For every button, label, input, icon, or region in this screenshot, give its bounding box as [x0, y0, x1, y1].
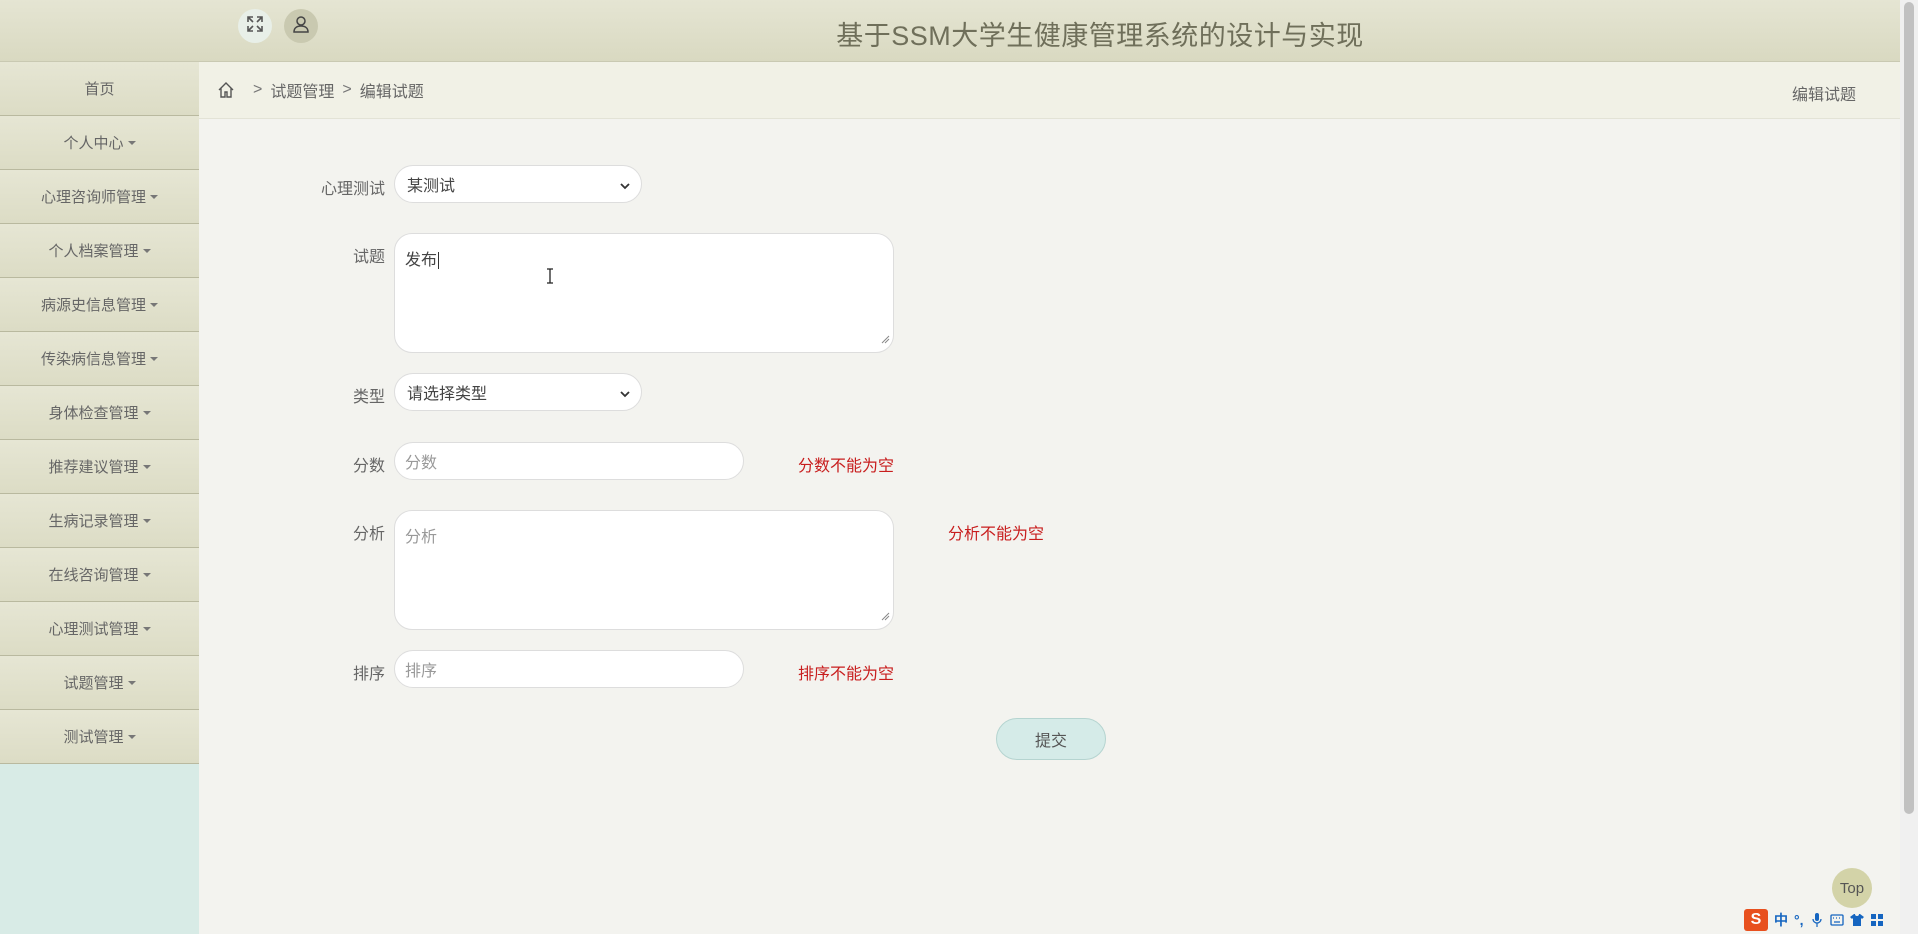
analysis-textarea[interactable]: 分析 — [394, 510, 894, 630]
app-header: 基于SSM大学生健康管理系统的设计与实现 — [0, 0, 1900, 62]
breadcrumb-item-questions[interactable]: 试题管理 — [270, 78, 334, 102]
fullscreen-icon — [246, 15, 264, 38]
resize-handle-icon[interactable] — [880, 331, 890, 349]
question-label: 试题 — [352, 249, 385, 266]
caret-down-icon — [150, 302, 158, 307]
sidebar-item-label: 生病记录管理 — [48, 513, 139, 530]
sidebar-item-label: 首页 — [84, 81, 115, 98]
caret-down-icon — [127, 734, 136, 739]
caret-down-icon — [150, 194, 158, 199]
sort-input[interactable]: 排序 — [394, 650, 744, 688]
toolbox-grid-icon[interactable] — [1870, 913, 1884, 927]
type-select[interactable]: 请选择类型 — [394, 373, 642, 411]
caret-down-icon — [142, 572, 151, 577]
sidebar-item-label: 传染病信息管理 — [40, 351, 146, 368]
sidebar-item-profile[interactable]: 个人档案管理 — [0, 224, 199, 278]
sidebar-item-home[interactable]: 首页 — [0, 62, 199, 116]
sidebar-item-personal-center[interactable]: 个人中心 — [0, 116, 199, 170]
fullscreen-button[interactable] — [238, 9, 272, 43]
caret-down-icon — [127, 140, 136, 145]
sidebar-item-label: 个人中心 — [63, 135, 124, 152]
sidebar-item-label: 在线咨询管理 — [48, 567, 139, 584]
analysis-error: 分析不能为空 — [948, 526, 1045, 543]
user-button[interactable] — [284, 9, 318, 43]
page-title: 编辑试题 — [1791, 87, 1856, 104]
sidebar-item-recommendation[interactable]: 推荐建议管理 — [0, 440, 199, 494]
score-label: 分数 — [352, 458, 385, 475]
analysis-placeholder: 分析 — [405, 529, 438, 546]
sidebar: 首页 个人中心 心理咨询师管理 个人档案管理 病源史信息管理 传染病信息管理 身… — [0, 62, 199, 934]
text-caret: ​ — [438, 252, 440, 269]
breadcrumb-item-current: 编辑试题 — [359, 84, 424, 101]
caret-down-icon — [150, 356, 158, 361]
test-select[interactable]: 某测试 — [394, 165, 642, 203]
score-placeholder: 分数 — [405, 455, 438, 472]
resize-handle-icon[interactable] — [880, 608, 890, 626]
sidebar-item-label: 测试管理 — [63, 729, 124, 746]
chevron-down-icon — [619, 387, 631, 405]
caret-down-icon — [142, 626, 151, 631]
score-error: 分数不能为空 — [798, 458, 895, 475]
sidebar-item-psych-test[interactable]: 心理测试管理 — [0, 602, 199, 656]
caret-down-icon — [142, 518, 151, 523]
sidebar-item-infectious[interactable]: 传染病信息管理 — [0, 332, 199, 386]
home-icon[interactable] — [217, 81, 235, 99]
keyboard-icon[interactable] — [1829, 913, 1844, 927]
sidebar-item-online-consult[interactable]: 在线咨询管理 — [0, 548, 199, 602]
sidebar-item-illness-record[interactable]: 生病记录管理 — [0, 494, 199, 548]
sidebar-item-tests[interactable]: 测试管理 — [0, 710, 199, 764]
caret-down-icon — [127, 680, 136, 685]
type-label: 类型 — [352, 389, 385, 406]
sidebar-item-label: 身体检查管理 — [48, 405, 139, 422]
caret-down-icon — [142, 248, 151, 253]
test-label: 心理测试 — [320, 181, 385, 198]
sidebar-item-medical-history[interactable]: 病源史信息管理 — [0, 278, 199, 332]
question-textarea[interactable]: 发布​ — [394, 233, 894, 353]
chevron-down-icon — [619, 179, 631, 197]
caret-down-icon — [142, 464, 151, 469]
sidebar-item-label: 个人档案管理 — [48, 243, 139, 260]
sidebar-item-label: 心理测试管理 — [48, 621, 139, 638]
edit-question-form: 心理测试 某测试 试题 发布​ 类型 请选择类型 分数 分数 — [199, 119, 1900, 934]
microphone-icon[interactable] — [1810, 913, 1824, 927]
sidebar-item-physical-exam[interactable]: 身体检查管理 — [0, 386, 199, 440]
ime-language[interactable]: 中 — [1774, 910, 1788, 930]
question-value: 发布 — [405, 252, 438, 269]
skin-shirt-icon[interactable] — [1849, 913, 1864, 927]
test-select-value: 某测试 — [407, 178, 456, 195]
sidebar-item-counselor[interactable]: 心理咨询师管理 — [0, 170, 199, 224]
sidebar-item-label: 试题管理 — [63, 675, 124, 692]
user-icon — [292, 15, 310, 38]
caret-down-icon — [142, 410, 151, 415]
sidebar-item-label: 病源史信息管理 — [40, 297, 146, 314]
submit-button[interactable]: 提交 — [996, 718, 1106, 760]
score-input[interactable]: 分数 — [394, 442, 744, 480]
back-to-top-button[interactable]: Top — [1832, 868, 1872, 908]
scrollbar-thumb[interactable] — [1904, 2, 1914, 814]
sort-placeholder: 排序 — [405, 663, 438, 680]
sort-label: 排序 — [352, 666, 385, 683]
sidebar-item-label: 心理咨询师管理 — [40, 189, 146, 206]
breadcrumb-separator: > — [253, 81, 263, 98]
breadcrumb: > 试题管理 > 编辑试题 编辑试题 — [199, 62, 1900, 119]
vertical-scrollbar[interactable] — [1900, 0, 1918, 934]
ime-punctuation[interactable]: °, — [1794, 912, 1804, 928]
sidebar-item-questions[interactable]: 试题管理 — [0, 656, 199, 710]
sogou-logo-icon[interactable]: S — [1744, 909, 1768, 931]
sort-error: 排序不能为空 — [798, 666, 895, 683]
text-cursor-icon — [545, 268, 555, 289]
sidebar-item-label: 推荐建议管理 — [48, 459, 139, 476]
type-select-value: 请选择类型 — [407, 386, 488, 403]
breadcrumb-separator: > — [342, 81, 352, 98]
analysis-label: 分析 — [352, 526, 385, 543]
app-title: 基于SSM大学生健康管理系统的设计与实现 — [836, 21, 1364, 51]
ime-toolbar: S 中 °, — [1744, 908, 1884, 932]
